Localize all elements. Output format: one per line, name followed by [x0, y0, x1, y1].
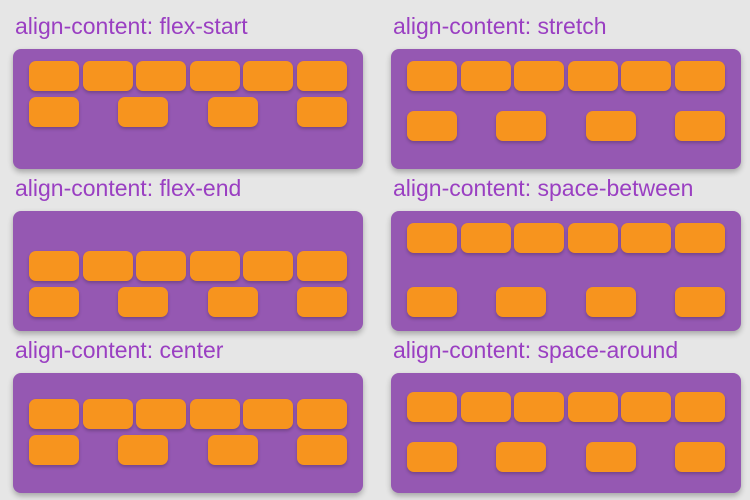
flex-item — [621, 61, 672, 91]
flex-item — [207, 287, 258, 317]
flex-item — [82, 61, 133, 91]
flex-item — [674, 287, 725, 317]
flex-item — [460, 223, 511, 253]
flex-item — [243, 399, 294, 429]
flex-item — [29, 61, 79, 91]
flex-item — [118, 435, 169, 465]
flex-item — [82, 399, 133, 429]
flex-item — [118, 287, 169, 317]
flex-item — [296, 97, 347, 127]
flex-item — [585, 111, 636, 141]
flex-item — [496, 442, 547, 472]
panel-title: align-content: stretch — [393, 13, 607, 39]
flex-item — [29, 435, 79, 465]
panel-space-between: align-content: space-between — [391, 172, 741, 331]
flex-item — [243, 61, 294, 91]
flex-item — [460, 392, 511, 422]
panel-title: align-content: space-between — [393, 175, 694, 201]
flex-item — [407, 392, 457, 422]
flex-item — [296, 435, 347, 465]
panel-space-around: align-content: space-around — [391, 334, 741, 493]
panel-title: align-content: space-around — [393, 337, 679, 363]
flex-container — [13, 49, 363, 169]
flex-item — [514, 392, 565, 422]
flex-container — [13, 211, 363, 331]
flex-item — [567, 392, 618, 422]
flex-item — [29, 251, 79, 281]
flex-item — [514, 223, 565, 253]
panel-flex-start: align-content: flex-start — [13, 10, 363, 169]
flex-item — [296, 399, 347, 429]
flex-item — [674, 111, 725, 141]
flex-item — [118, 97, 169, 127]
flex-container — [391, 373, 741, 493]
flex-item — [674, 61, 725, 91]
flex-item — [585, 442, 636, 472]
flex-item — [189, 399, 240, 429]
panel-flex-end: align-content: flex-end — [13, 172, 363, 331]
flex-container — [391, 49, 741, 169]
flex-item — [496, 287, 547, 317]
flex-item — [29, 97, 79, 127]
flex-item — [585, 287, 636, 317]
flex-item — [296, 287, 347, 317]
flex-item — [674, 392, 725, 422]
flex-item — [460, 61, 511, 91]
flex-item — [407, 223, 457, 253]
flex-item — [567, 223, 618, 253]
flex-item — [136, 61, 187, 91]
flex-item — [136, 251, 187, 281]
panel-stretch: align-content: stretch — [391, 10, 741, 169]
flex-item — [567, 61, 618, 91]
panel-title: align-content: flex-start — [15, 13, 248, 39]
flex-item — [407, 111, 457, 141]
flex-item — [674, 442, 725, 472]
flex-item — [496, 111, 547, 141]
flex-item — [407, 287, 457, 317]
flex-item — [514, 61, 565, 91]
panel-title: align-content: flex-end — [15, 175, 242, 201]
flex-item — [189, 251, 240, 281]
flex-item — [296, 251, 347, 281]
panel-center: align-content: center — [13, 334, 363, 493]
flex-item — [674, 223, 725, 253]
flex-item — [207, 97, 258, 127]
panel-title: align-content: center — [15, 337, 224, 363]
flex-item — [29, 287, 79, 317]
flex-item — [621, 223, 672, 253]
flex-item — [407, 61, 457, 91]
flex-item — [82, 251, 133, 281]
flex-item — [29, 399, 79, 429]
flex-item — [407, 442, 457, 472]
flex-container — [13, 373, 363, 493]
flexbox-align-content-diagram: align-content: flex-start align-content:… — [0, 0, 750, 500]
flex-item — [296, 61, 347, 91]
flex-item — [136, 399, 187, 429]
flex-item — [621, 392, 672, 422]
flex-container — [391, 211, 741, 331]
flex-item — [189, 61, 240, 91]
flex-item — [207, 435, 258, 465]
flex-item — [243, 251, 294, 281]
